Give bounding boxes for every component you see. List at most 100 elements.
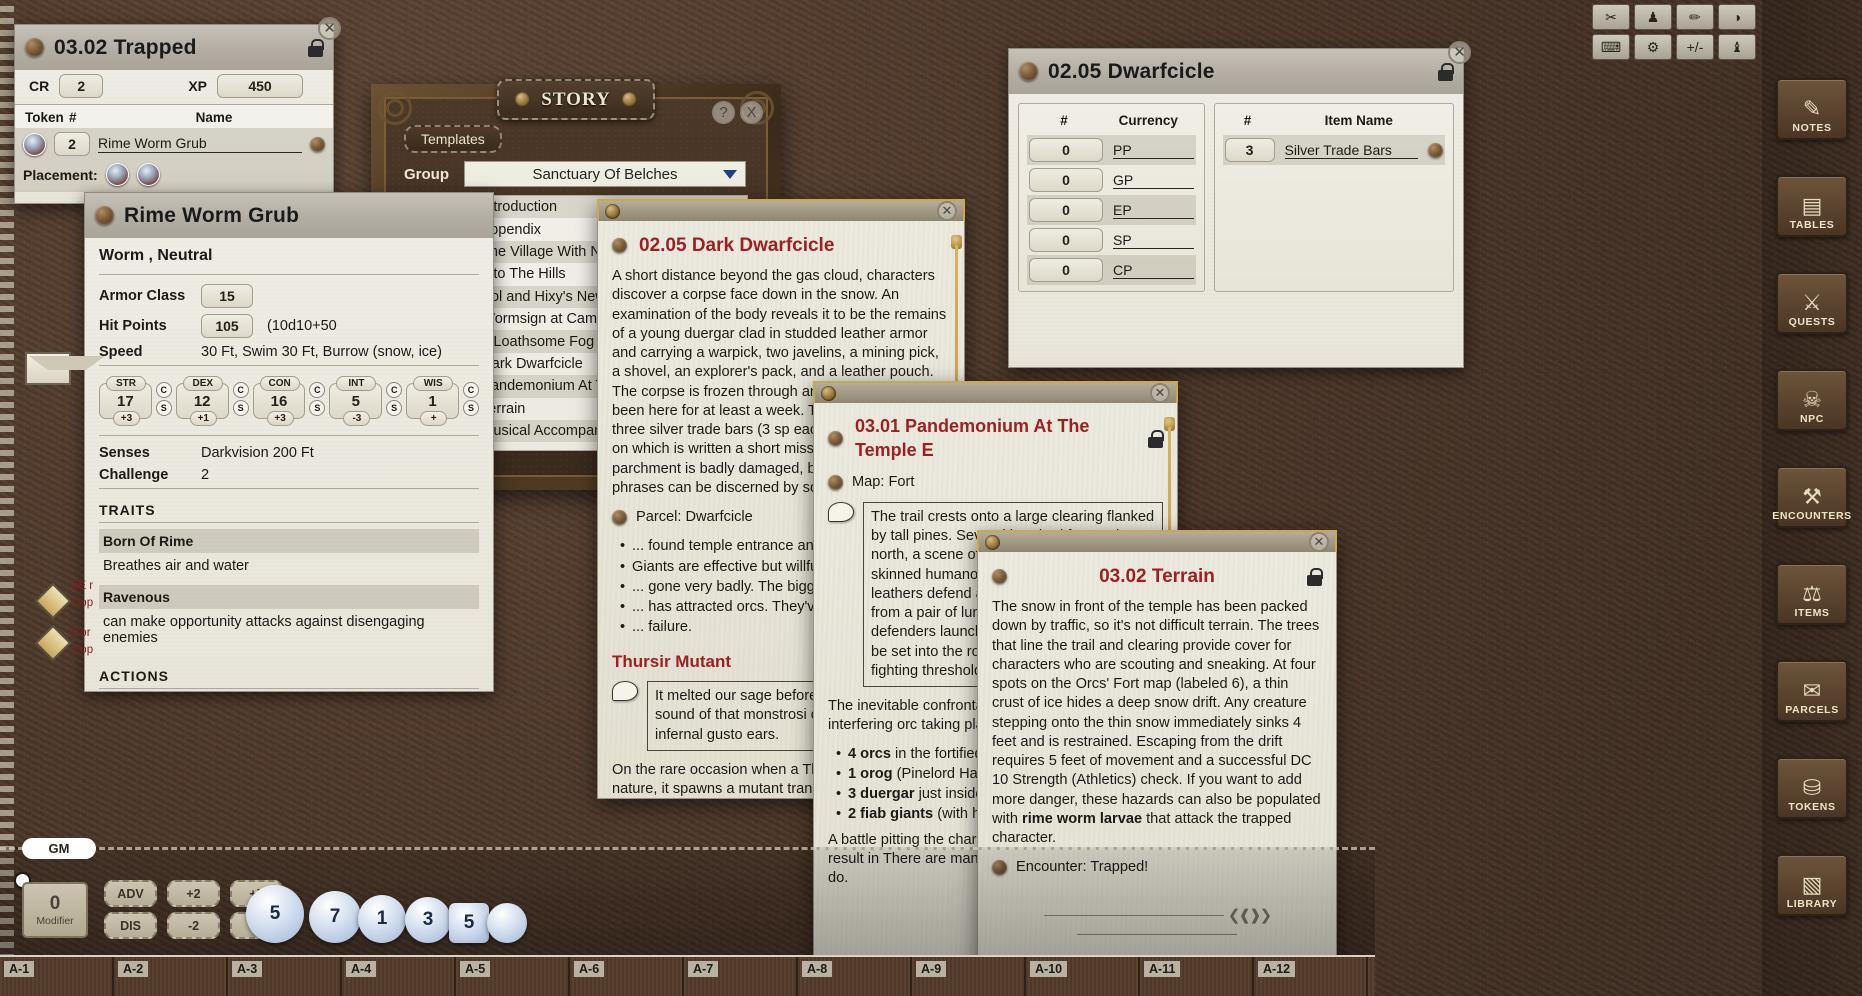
die-d8[interactable]: 3 [405, 897, 451, 943]
person-icon[interactable]: ♝ [1718, 34, 1756, 60]
map-link[interactable]: Map: Fort [828, 473, 1163, 492]
close-button[interactable]: X [740, 101, 763, 124]
table-row[interactable]: 2 Rime Worm Grub [15, 128, 333, 160]
party-icon[interactable]: ♟ [1634, 4, 1672, 30]
check-toggle[interactable]: C [233, 382, 249, 398]
check-save-toggles[interactable]: CS [156, 378, 172, 419]
dice-mod-dis[interactable]: DIS [104, 912, 157, 939]
chat-tab[interactable]: A-11 [1140, 957, 1254, 996]
ac-field[interactable]: 15 [201, 284, 253, 308]
die-d6[interactable]: 5 [449, 903, 489, 943]
dice-mod-adv[interactable]: ADV [104, 880, 157, 907]
placement-token-icon[interactable] [106, 163, 129, 186]
terrain-titlebar[interactable]: ✕ [977, 530, 1337, 552]
chat-tab[interactable]: A-6 [570, 957, 684, 996]
plusminus-icon[interactable]: +/- [1676, 34, 1714, 60]
dice-mod-minus2[interactable]: -2 [167, 912, 220, 939]
save-toggle[interactable]: S [156, 400, 172, 416]
chat-tab[interactable]: A-10 [1026, 957, 1140, 996]
lock-icon[interactable] [1307, 568, 1322, 586]
check-toggle[interactable]: C [463, 382, 479, 398]
pandemonium-titlebar[interactable]: ✕ [813, 381, 1178, 403]
ability-wis[interactable]: WIS1+ [406, 378, 459, 419]
group-select[interactable]: Sanctuary Of Belches [464, 161, 746, 187]
currency-amount[interactable]: 0 [1029, 168, 1103, 192]
token-name-field[interactable]: Rime Worm Grub [98, 135, 302, 153]
chat-tab[interactable]: A-7 [684, 957, 798, 996]
check-save-toggles[interactable]: CS [463, 378, 479, 419]
chat-tab[interactable]: A-12 [1254, 957, 1368, 996]
drag-knob-icon[interactable] [1019, 62, 1038, 81]
rail-button-tokens[interactable]: ⛁TOKENS [1776, 757, 1848, 819]
map-link-icon[interactable] [828, 475, 843, 490]
check-toggle[interactable]: C [386, 382, 402, 398]
currency-name[interactable]: SP [1113, 232, 1194, 249]
gem-icon[interactable] [35, 583, 72, 620]
currency-amount[interactable]: 0 [1029, 138, 1103, 162]
row-link-icon[interactable] [310, 137, 325, 152]
chat-tab[interactable]: A-9 [912, 957, 1026, 996]
die-d12[interactable]: 7 [309, 891, 361, 943]
chat-tab-bar[interactable]: A-1A-2A-3A-4A-5A-6A-7A-8A-9A-10A-11A-12 [0, 955, 1375, 996]
item-row[interactable]: 3 Silver Trade Bars [1223, 135, 1445, 165]
close-icon[interactable]: ✕ [937, 201, 957, 221]
chat-tab[interactable]: A-1 [0, 957, 114, 996]
dice-mod-plus2[interactable]: +2 [167, 880, 220, 907]
currency-name[interactable]: CP [1113, 262, 1194, 279]
lock-icon[interactable] [1148, 430, 1163, 448]
templates-button[interactable]: Templates [404, 125, 502, 153]
close-icon[interactable]: ✕ [318, 17, 341, 40]
currency-name[interactable]: GP [1113, 172, 1194, 189]
save-toggle[interactable]: S [386, 400, 402, 416]
modifier-box[interactable]: 0 Modifier [22, 882, 88, 938]
check-save-toggles[interactable]: CS [233, 378, 249, 419]
rail-button-notes[interactable]: ✎NOTES [1776, 78, 1848, 140]
currency-amount[interactable]: 0 [1029, 258, 1103, 282]
lock-icon[interactable] [1438, 63, 1453, 81]
drag-knob-icon[interactable] [95, 206, 114, 225]
pencil-icon[interactable]: ✏ [1676, 4, 1714, 30]
currency-row[interactable]: 0 GP [1027, 165, 1196, 195]
chat-tab[interactable]: A-2 [114, 957, 228, 996]
lock-icon[interactable] [308, 39, 323, 57]
die-d4[interactable] [487, 903, 527, 943]
ability-str[interactable]: STR17+3 [99, 378, 152, 419]
currency-amount[interactable]: 0 [1029, 228, 1103, 252]
gear-icon[interactable]: ⚙ [1634, 34, 1672, 60]
chat-tab[interactable]: A-5 [456, 957, 570, 996]
rail-button-quests[interactable]: ⚔QUESTS [1776, 272, 1848, 334]
rail-button-library[interactable]: ▧LIBRARY [1776, 854, 1848, 916]
parcel-link-icon[interactable] [612, 510, 627, 525]
check-toggle[interactable]: C [309, 382, 325, 398]
rail-button-npc[interactable]: ☠NPC [1776, 369, 1848, 431]
trapped-encounter-window[interactable]: 03.02 Trapped ✕ CR 2 XP 450 Token # Name… [14, 24, 334, 204]
gem-icon[interactable] [35, 625, 72, 662]
ability-dex[interactable]: DEX12+1 [176, 378, 229, 419]
ability-con[interactable]: CON16+3 [253, 378, 306, 419]
currency-row[interactable]: 0EP [1027, 195, 1196, 225]
cr-field[interactable]: 2 [59, 74, 103, 98]
item-name[interactable]: Silver Trade Bars [1285, 142, 1418, 159]
entry-knob-icon[interactable] [612, 238, 627, 253]
drag-knob-icon[interactable] [25, 38, 44, 57]
rail-button-encounters[interactable]: ⚒ENCOUNTERS [1776, 466, 1848, 528]
save-toggle[interactable]: S [309, 400, 325, 416]
close-icon[interactable]: ✕ [1309, 532, 1329, 552]
chat-tab[interactable]: A-3 [228, 957, 342, 996]
item-count[interactable]: 3 [1225, 138, 1275, 162]
entry-knob-icon[interactable] [992, 569, 1007, 584]
placement-token-icon[interactable] [137, 163, 160, 186]
rail-button-tables[interactable]: ▤TABLES [1776, 175, 1848, 237]
chat-tab[interactable]: A-4 [342, 957, 456, 996]
help-button[interactable]: ? [712, 101, 735, 124]
npc-titlebar[interactable]: Rime Worm Grub [84, 192, 494, 238]
mask-icon[interactable]: ◑ [1718, 4, 1756, 30]
scissors-icon[interactable]: ✂ [1592, 4, 1630, 30]
currency-name[interactable]: PP [1113, 142, 1194, 159]
currency-row[interactable]: 0 SP [1027, 225, 1196, 255]
creature-token-icon[interactable] [23, 133, 46, 156]
save-toggle[interactable]: S [463, 400, 479, 416]
currency-name[interactable]: EP [1113, 202, 1194, 219]
npc-sheet-window[interactable]: Rime Worm Grub Worm , Neutral Armor Clas… [84, 192, 494, 692]
close-icon[interactable]: ✕ [1448, 41, 1471, 64]
